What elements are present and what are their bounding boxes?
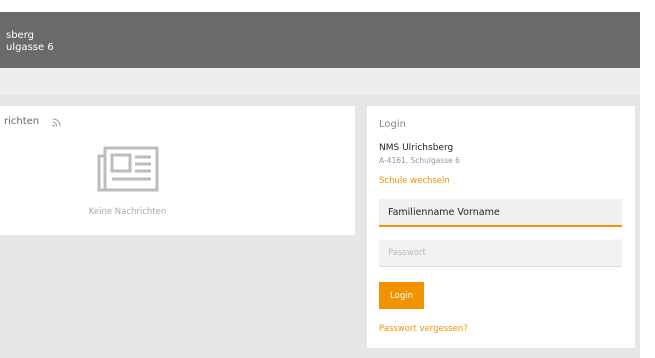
- header-school-name: sberg: [6, 30, 34, 41]
- rss-icon[interactable]: [52, 118, 61, 127]
- forgot-password-link[interactable]: Passwort vergessen?: [379, 324, 468, 334]
- school-address: A-4161, Schulgasse 6: [379, 156, 460, 165]
- switch-school-link[interactable]: Schule wechseln: [379, 176, 450, 186]
- top-header-bar: sberg ulgasse 6: [0, 0, 640, 68]
- password-field[interactable]: [379, 240, 622, 267]
- news-panel-title: richten: [4, 116, 40, 127]
- login-title: Login: [379, 119, 406, 130]
- school-header: sberg ulgasse 6: [6, 30, 54, 54]
- sub-navigation-bar: [0, 68, 640, 95]
- login-panel: Login NMS Ulrichsberg A-4161, Schulgasse…: [367, 106, 635, 348]
- news-empty-message: Keine Nachrichten: [88, 207, 167, 217]
- login-button[interactable]: Login: [379, 282, 424, 309]
- username-field[interactable]: [379, 199, 622, 227]
- newspaper-icon: [97, 146, 159, 192]
- header-school-address: ulgasse 6: [6, 42, 54, 53]
- right-margin: [640, 0, 655, 358]
- school-name: NMS Ulrichsberg: [379, 143, 454, 153]
